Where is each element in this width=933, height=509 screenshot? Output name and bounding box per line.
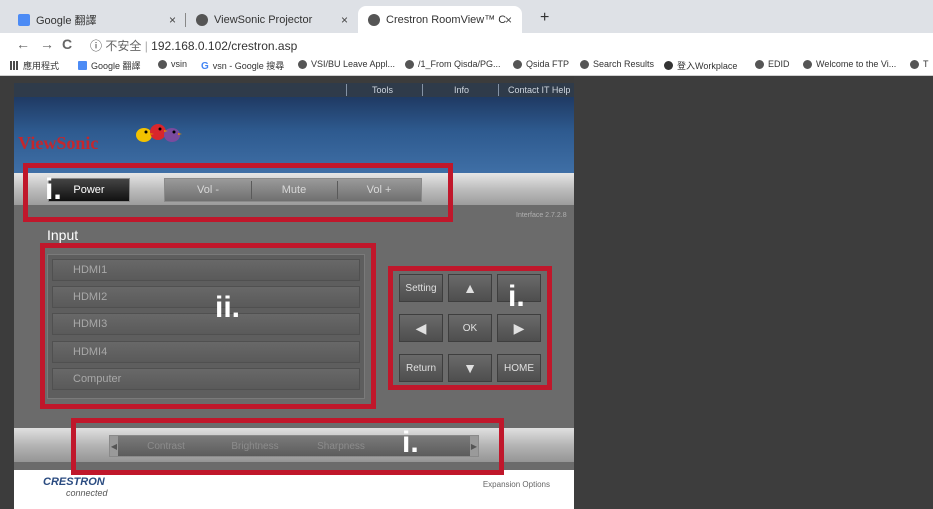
apps-grid-icon	[10, 61, 19, 70]
viewsonic-logo: ViewSonic	[18, 133, 99, 153]
tab-bar: Google 翻譯 × ViewSonic Projector × Crestr…	[0, 0, 933, 33]
bookmark-edid[interactable]: EDID	[755, 59, 790, 69]
link-divider	[422, 84, 423, 96]
globe-icon	[910, 59, 919, 69]
bookmark-vsn-google[interactable]: Gvsn - Google 搜尋	[201, 59, 284, 72]
globe-icon	[803, 59, 812, 69]
input-title: Input	[47, 227, 79, 243]
tab-title: Google 翻譯	[36, 14, 97, 27]
annotation-box-sliders	[71, 418, 504, 475]
tab-title: ViewSonic Projector	[214, 13, 313, 26]
bookmark-welcome[interactable]: Welcome to the Vi...	[803, 59, 896, 69]
bookmark-workplace[interactable]: 登入Workplace	[664, 59, 737, 72]
bookmark-label: vsn - Google 搜尋	[212, 61, 285, 71]
annotation-label: i.	[45, 173, 62, 206]
interface-version: Interface 2.7.2.8	[516, 212, 567, 219]
empty-background	[574, 76, 933, 509]
contact-it-help-link[interactable]: Contact IT Help	[508, 85, 570, 95]
link-divider	[346, 84, 347, 96]
annotation-label: i.	[402, 426, 419, 459]
bookmark-label: VSI/BU Leave Appl...	[311, 59, 396, 69]
link-divider	[498, 84, 499, 96]
info-link[interactable]: Info	[454, 85, 469, 95]
close-tab-icon[interactable]: ×	[341, 13, 348, 27]
tab-google-translate[interactable]: Google 翻譯 ×	[8, 6, 186, 33]
bookmark-label: T	[923, 59, 929, 69]
bookmark-label: Search Results	[593, 59, 655, 69]
globe-icon	[755, 59, 764, 69]
annotation-box-inputs	[40, 243, 376, 409]
viewsonic-birds-icon	[136, 124, 182, 142]
close-tab-icon[interactable]: ×	[169, 13, 176, 27]
reload-icon[interactable]: C	[62, 36, 72, 52]
address-bar: ← → C ⓘ 不安全 | 192.168.0.102/crestron.asp	[0, 33, 933, 55]
annotation-box-power-volume	[23, 163, 453, 222]
bookmark-search-results[interactable]: Search Results	[580, 59, 654, 69]
tab-title: Crestron RoomView™ Connect	[386, 13, 506, 26]
brand-header: ViewSonic	[14, 97, 574, 173]
annotation-label: i.	[508, 280, 525, 313]
bookmark-label: /1_From Qisda/PG...	[418, 59, 501, 69]
globe-icon	[158, 59, 167, 69]
crestron-logo: CRESTRON	[43, 476, 105, 488]
globe-icon	[196, 13, 208, 26]
forward-icon[interactable]: →	[40, 36, 54, 52]
panel-footer: CRESTRON connected Expansion Options	[14, 470, 574, 509]
bookmark-label: Welcome to the Vi...	[816, 59, 897, 69]
bookmark-label: 應用程式	[23, 61, 60, 71]
top-links-bar: Tools Info Contact IT Help	[14, 83, 574, 97]
url-text: 192.168.0.102/crestron.asp	[151, 39, 298, 53]
bookmark-apps[interactable]: 應用程式	[10, 59, 59, 72]
bookmark-google-translate[interactable]: Google 翻譯	[78, 59, 141, 72]
bookmark-label: EDID	[768, 59, 790, 69]
crestron-connected-label: connected	[66, 488, 108, 498]
expansion-options-link[interactable]: Expansion Options	[483, 480, 550, 489]
google-translate-icon	[78, 61, 87, 70]
close-tab-icon[interactable]: ×	[505, 13, 512, 27]
bookmark-label: Qsida FTP	[526, 59, 570, 69]
info-icon[interactable]: ⓘ	[90, 39, 102, 53]
workplace-icon	[664, 61, 673, 70]
tools-link[interactable]: Tools	[372, 85, 393, 95]
bookmark-from-qisda[interactable]: /1_From Qisda/PG...	[405, 59, 501, 69]
back-icon[interactable]: ←	[16, 36, 30, 52]
new-tab-button[interactable]: +	[540, 9, 549, 27]
globe-icon	[405, 59, 414, 69]
bookmark-label: vsin	[171, 59, 188, 69]
annotation-label: ii.	[215, 291, 241, 324]
annotation-box-control-pad	[388, 266, 552, 390]
bookmark-qsida-ftp[interactable]: Qsida FTP	[513, 59, 569, 69]
insecure-label: 不安全	[105, 39, 142, 53]
bookmark-t[interactable]: T	[910, 59, 929, 69]
globe-icon	[368, 13, 380, 26]
bookmark-label: Google 翻譯	[91, 61, 141, 71]
tab-crestron[interactable]: Crestron RoomView™ Connect ×	[358, 6, 522, 33]
globe-icon	[513, 59, 522, 69]
google-icon: G	[201, 61, 209, 72]
bookmark-vsin[interactable]: vsin	[158, 59, 187, 69]
google-translate-icon	[18, 13, 30, 26]
globe-icon	[580, 59, 589, 69]
globe-icon	[298, 59, 307, 69]
url-field[interactable]: ⓘ 不安全 | 192.168.0.102/crestron.asp	[90, 37, 297, 54]
bookmarks-bar: 應用程式 Google 翻譯 vsin Gvsn - Google 搜尋 VSI…	[0, 55, 933, 76]
tab-viewsonic-projector[interactable]: ViewSonic Projector ×	[186, 6, 358, 33]
bookmark-vsi-leave[interactable]: VSI/BU Leave Appl...	[298, 59, 395, 69]
bookmark-label: 登入Workplace	[677, 61, 738, 71]
